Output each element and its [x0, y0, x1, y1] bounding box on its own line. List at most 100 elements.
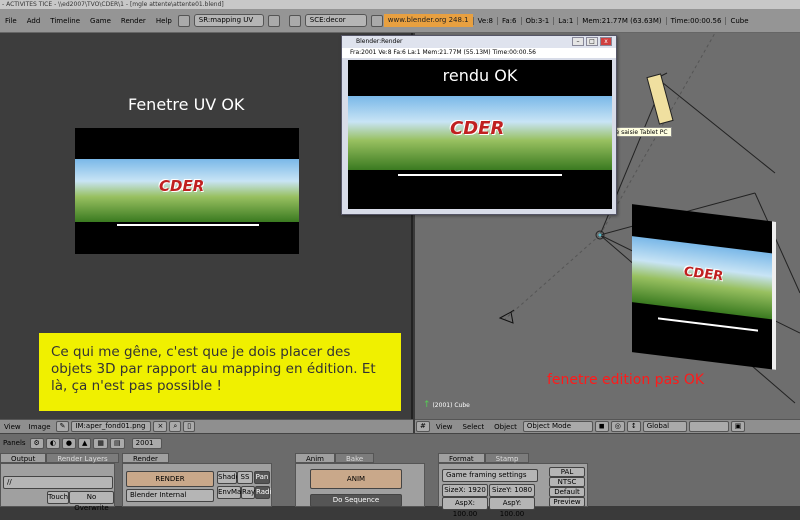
touch-toggle[interactable]: Touch	[47, 491, 69, 504]
maximize-icon[interactable]: □	[586, 37, 598, 46]
logic-icon[interactable]: ⚙	[29, 437, 44, 449]
image-name-field[interactable]: IM:aper_fond01.png	[71, 421, 152, 432]
ray-toggle[interactable]: Ray	[241, 486, 255, 499]
ss-toggle[interactable]: SS	[237, 471, 253, 484]
render-banner: CDER	[348, 96, 612, 170]
stat-lamps: La:1	[553, 16, 577, 25]
manipulator-icon[interactable]: ↕	[626, 421, 641, 432]
stat-time: Time:00:00.56	[665, 16, 726, 25]
stat-vertices: Ve:8	[472, 16, 497, 25]
aspx-field[interactable]: AspX: 100.00	[442, 497, 488, 518]
menu-game[interactable]: Game	[85, 17, 116, 25]
buttons-header: Panels ⚙ ◐ ● ▲ ▦ ▤ 2001	[0, 436, 163, 450]
yellow-note: Ce qui me gêne, c'est que je dois placer…	[39, 333, 401, 411]
banner-underline	[117, 224, 259, 226]
scene-browse-button[interactable]	[288, 14, 301, 27]
menu-help[interactable]: Help	[151, 17, 177, 25]
render-panel: RENDER Blender Internal Shado SS Pan Env…	[122, 463, 272, 507]
render-window[interactable]: Blender:Render – □ x Fra:2001 Ve:8 Fa:6 …	[341, 35, 617, 215]
no-overwrite-toggle[interactable]: No Overwrite	[69, 491, 114, 512]
tab-output[interactable]: Output	[0, 453, 47, 463]
blender-url-label: www.blender.org 248.1	[383, 14, 473, 27]
object-icon[interactable]: ▲	[78, 437, 92, 449]
anim-button[interactable]: ANIM	[310, 469, 402, 489]
output-panel: // Touch No Overwrite	[0, 463, 115, 512]
textured-plane[interactable]: CDER	[632, 204, 776, 370]
image-close-icon[interactable]: ×	[153, 421, 168, 432]
menu-render[interactable]: Render	[116, 17, 151, 25]
pano-toggle[interactable]: Pan	[254, 471, 270, 484]
pencil-icon[interactable]: ✎	[55, 421, 70, 432]
minimize-icon[interactable]: –	[572, 37, 584, 46]
aspy-field[interactable]: AspY: 100.00	[489, 497, 535, 518]
vp-menu-view[interactable]: View	[431, 423, 458, 431]
uv-editor-caption: Fenetre UV OK	[128, 95, 245, 114]
close-icon[interactable]: x	[600, 37, 612, 46]
sizex-field[interactable]: SizeX: 1920	[442, 484, 488, 497]
tab-anim[interactable]: Anim	[295, 453, 335, 463]
uv-menu-view[interactable]: View	[0, 423, 25, 431]
screen-browse-button[interactable]	[177, 14, 190, 27]
scene-close-button[interactable]	[370, 14, 383, 27]
menu-file[interactable]: File	[0, 17, 22, 25]
do-sequence-toggle[interactable]: Do Sequence	[310, 494, 402, 507]
scene-field[interactable]: SCE:decor	[304, 14, 367, 27]
scene-icon[interactable]: ▤	[110, 437, 125, 449]
tab-bake[interactable]: Bake	[335, 453, 375, 463]
uv-texture-image: CDER	[75, 128, 299, 254]
screen-close-button[interactable]	[267, 14, 280, 27]
tab-render-layers[interactable]: Render Layers	[46, 453, 119, 463]
menu-add[interactable]: Add	[22, 17, 46, 25]
tab-render[interactable]: Render	[122, 453, 169, 463]
editing-icon[interactable]: ▦	[93, 437, 109, 449]
script-icon[interactable]: ◐	[45, 437, 60, 449]
image-pack-icon[interactable]: ⌕	[169, 421, 182, 432]
plane-cder-logo: CDER	[684, 264, 724, 285]
envmap-toggle[interactable]: EnvMa	[217, 486, 241, 499]
axis-icon: ↑	[423, 400, 431, 410]
render-result-image: rendu OK CDER	[348, 60, 612, 209]
game-framing-button[interactable]: Game framing settings	[442, 469, 538, 482]
shading-icon[interactable]: ●	[61, 437, 77, 449]
vp-menu-object[interactable]: Object	[489, 423, 522, 431]
cder-logo: CDER	[159, 177, 205, 195]
menu-timeline[interactable]: Timeline	[45, 17, 85, 25]
render-caption: rendu OK	[442, 66, 518, 85]
radio-toggle[interactable]: Radi	[255, 486, 271, 499]
mode-select[interactable]: Object Mode	[522, 421, 593, 432]
format-tabs: Format Stamp	[438, 453, 530, 463]
shadow-toggle[interactable]: Shado	[217, 471, 240, 484]
vp-menu-select[interactable]: Select	[458, 423, 490, 431]
render-cder-logo: CDER	[450, 118, 505, 139]
output-path-field[interactable]: //	[3, 476, 113, 489]
camera-icon	[498, 309, 515, 324]
uv-menu-image[interactable]: Image	[25, 423, 55, 431]
render-button[interactable]: RENDER	[126, 471, 214, 487]
draw-type-icon[interactable]: ◼	[594, 421, 609, 432]
render-engine-select[interactable]: Blender Internal	[126, 489, 214, 502]
render-window-titlebar[interactable]: Blender:Render – □ x	[342, 36, 616, 48]
pivot-icon[interactable]: ◎	[610, 421, 625, 432]
plane-underline	[658, 317, 758, 332]
lamp-icon	[595, 230, 605, 240]
texture-banner: CDER	[75, 159, 299, 222]
preset-default[interactable]: Default	[549, 487, 585, 497]
anim-tabs: Anim Bake	[295, 453, 375, 463]
view-type-icon[interactable]: #	[416, 421, 430, 432]
frame-field[interactable]: 2001	[131, 437, 162, 449]
viewport-frame-info: ↑ (2001) Cube	[423, 400, 470, 410]
lock-icon[interactable]: ▯	[183, 421, 196, 432]
tab-format[interactable]: Format	[438, 453, 485, 463]
preset-pal[interactable]: PAL	[549, 467, 585, 477]
lock-layers-icon[interactable]: ▣	[730, 421, 746, 432]
render-tabs: Render	[122, 453, 169, 463]
preset-ntsc[interactable]: NTSC	[549, 477, 585, 487]
panels-label: Panels	[3, 439, 26, 447]
top-menubar: File Add Timeline Game Render Help SR:ma…	[0, 9, 800, 33]
layer-buttons[interactable]	[688, 421, 729, 432]
sizey-field[interactable]: SizeY: 1080	[489, 484, 535, 497]
orientation-select[interactable]: Global	[642, 421, 687, 432]
tab-stamp[interactable]: Stamp	[484, 453, 530, 463]
screen-field[interactable]: SR:mapping UV	[193, 14, 264, 27]
stat-memory: Mem:21.77M (63.63M)	[577, 16, 665, 25]
